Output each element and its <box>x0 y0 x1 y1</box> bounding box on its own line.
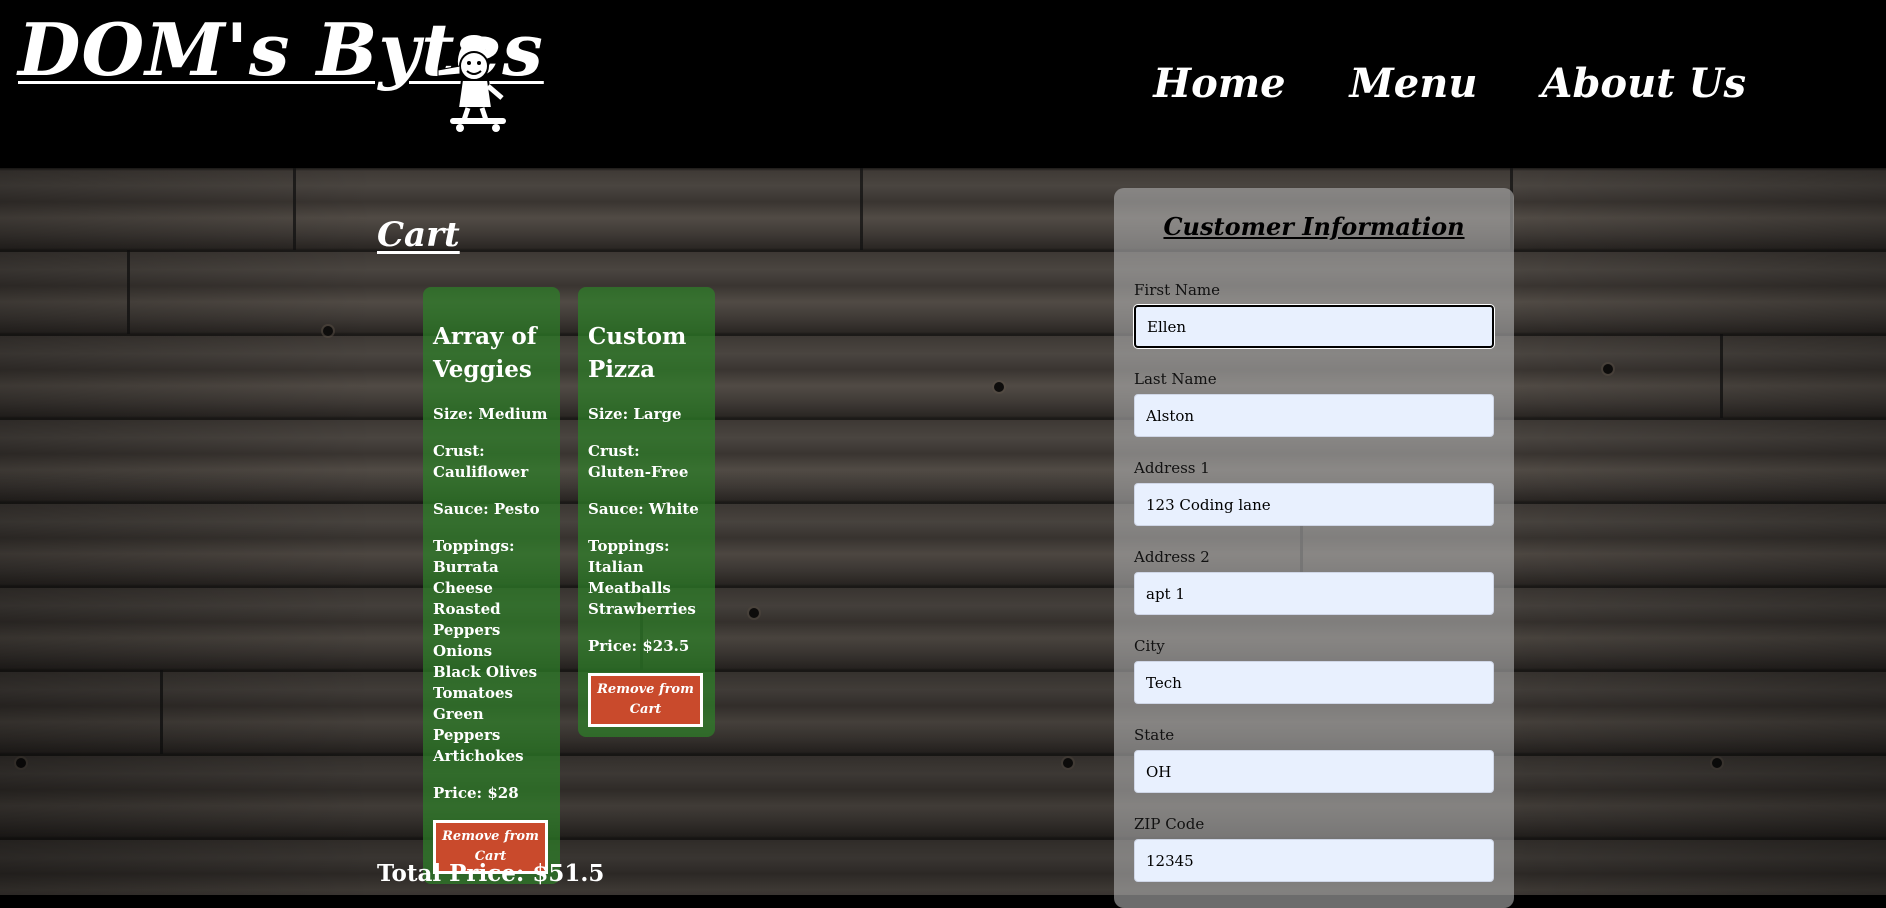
last-name-field-group: Last Name <box>1134 369 1494 437</box>
item-name: Custom Pizza <box>588 323 687 383</box>
cart-item-card: Custom Pizza Size: Large Crust: Gluten-F… <box>578 287 715 737</box>
customer-info-title: Customer Information <box>1163 212 1465 241</box>
item-price: Price: $23.5 <box>588 637 690 655</box>
item-size: Size: Large <box>588 405 682 423</box>
address1-field[interactable] <box>1134 483 1494 526</box>
nav-home[interactable]: Home <box>1153 60 1285 108</box>
wood-background <box>0 168 1886 895</box>
site-header: DOM's Bytes Home Menu About Us <box>0 0 1886 168</box>
item-size: Size: Medium <box>433 405 548 423</box>
topping-item: Roasted Peppers <box>433 600 501 639</box>
customer-info-form: Customer Information First Name Last Nam… <box>1114 188 1514 908</box>
item-toppings: Toppings: Italian Meatballs Strawberries <box>588 536 705 620</box>
item-price: Price: $28 <box>433 784 519 802</box>
item-sauce: Sauce: White <box>588 500 699 518</box>
remove-from-cart-button[interactable]: Remove from Cart <box>588 673 703 727</box>
item-crust: Crust: Cauliflower <box>433 442 529 481</box>
address1-field-group: Address 1 <box>1134 458 1494 526</box>
state-field-group: State <box>1134 725 1494 793</box>
topping-item: Black Olives <box>433 663 538 681</box>
first-name-field-group: First Name <box>1134 280 1494 348</box>
city-field[interactable] <box>1134 661 1494 704</box>
last-name-label: Last Name <box>1134 370 1217 388</box>
nav-menu[interactable]: Menu <box>1350 60 1478 108</box>
topping-item: Onions <box>433 642 493 660</box>
address2-field-group: Address 2 <box>1134 547 1494 615</box>
topping-item: Artichokes <box>433 747 524 765</box>
item-sauce: Sauce: Pesto <box>433 500 540 518</box>
zip-code-field-group: ZIP Code <box>1134 814 1494 882</box>
cart-item-card: Array of Veggies Size: Medium Crust: Cau… <box>423 287 560 884</box>
last-name-field[interactable] <box>1134 394 1494 437</box>
main-nav: Home Menu About Us <box>1153 60 1746 108</box>
state-label: State <box>1134 726 1175 744</box>
cart-title: Cart <box>377 215 460 255</box>
address2-field[interactable] <box>1134 572 1494 615</box>
state-field[interactable] <box>1134 750 1494 793</box>
topping-item: Tomatoes <box>433 684 513 702</box>
item-name: Array of Veggies <box>433 323 537 383</box>
topping-item: Burrata Cheese <box>433 558 499 597</box>
toppings-label: Toppings: <box>588 537 670 555</box>
address2-label: Address 2 <box>1134 548 1210 566</box>
city-field-group: City <box>1134 636 1494 704</box>
zip-code-label: ZIP Code <box>1134 815 1205 833</box>
topping-item: Green Peppers <box>433 705 501 744</box>
nav-about-us[interactable]: About Us <box>1541 60 1746 108</box>
pizza-chef-mascot-icon <box>437 35 506 132</box>
first-name-label: First Name <box>1134 281 1221 299</box>
toppings-label: Toppings: <box>433 537 515 555</box>
item-crust: Crust: Gluten-Free <box>588 442 689 481</box>
city-label: City <box>1134 637 1165 655</box>
topping-item: Strawberries <box>588 600 696 618</box>
zip-code-field[interactable] <box>1134 839 1494 882</box>
first-name-field[interactable] <box>1134 305 1494 348</box>
item-toppings: Toppings: Burrata Cheese Roasted Peppers… <box>433 536 550 767</box>
topping-item: Italian Meatballs <box>588 558 671 597</box>
cart-total-price: Total Price: $51.5 <box>377 860 605 887</box>
address1-label: Address 1 <box>1134 459 1210 477</box>
